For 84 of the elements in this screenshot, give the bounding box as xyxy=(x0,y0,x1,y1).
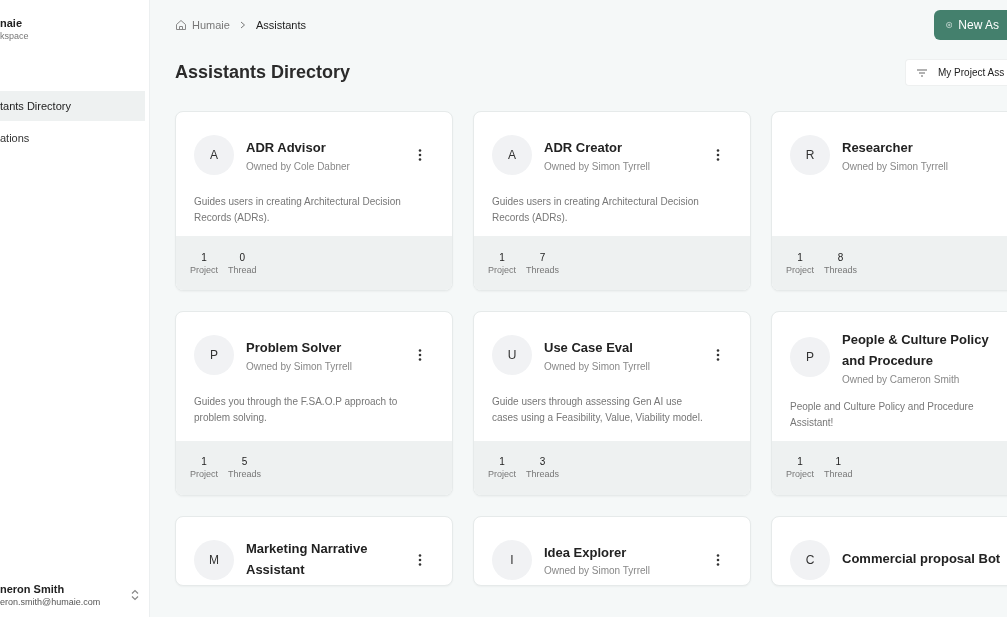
thread-count: 1 xyxy=(835,456,842,468)
sidebar-item[interactable]: ations xyxy=(0,123,145,153)
assistant-card[interactable]: C Commercial proposal Bot xyxy=(771,515,1007,586)
breadcrumb-link[interactable]: Assistants xyxy=(255,19,307,31)
assistant-description: People and Culture Policy and Procedure Assistant! xyxy=(790,399,975,430)
project-label: Project xyxy=(190,469,218,480)
page-title: Assistants Directory xyxy=(175,62,351,83)
assistant-name: Idea Explorer xyxy=(544,543,628,562)
assistant-avatar: A xyxy=(194,135,234,175)
thread-label: Threads xyxy=(228,469,262,480)
assistant-card[interactable]: I Idea Explorer Owned by Simon Tyrrell xyxy=(473,515,751,586)
assistant-avatar: U xyxy=(492,335,532,375)
assistant-name: Researcher xyxy=(842,139,914,158)
project-count: 1 xyxy=(499,251,505,263)
thread-label: Threads xyxy=(824,264,858,275)
project-label: Project xyxy=(786,469,814,480)
new-assistant-button[interactable]: New As xyxy=(934,10,1007,40)
assistant-avatar: P xyxy=(790,337,830,378)
thread-count: 5 xyxy=(241,456,248,468)
assistant-owner: Owned by Simon Tyrrell xyxy=(544,360,651,372)
thread-count: 0 xyxy=(239,251,246,263)
assistant-avatar: P xyxy=(194,335,234,375)
breadcrumb-link[interactable]: Humaie xyxy=(192,19,230,31)
assistant-name: Problem Solver xyxy=(246,339,343,358)
home-icon[interactable] xyxy=(175,19,187,31)
assistant-card[interactable]: R Researcher Owned by Simon Tyrrell 1 Project 8 Threads xyxy=(771,111,1007,291)
assistant-name: Marketing Narrative Assistant xyxy=(246,539,369,579)
assistant-description: Guides users in creating Architectural Decision Records (ADRs). xyxy=(194,195,402,225)
assistant-avatar: M xyxy=(194,539,234,580)
more-options-icon[interactable] xyxy=(418,348,422,362)
assistant-name: ADR Creator xyxy=(544,139,623,158)
workspace-name: naie xyxy=(0,17,23,29)
project-count: 1 xyxy=(201,251,207,263)
user-email: eron.smith@humaie.com xyxy=(0,597,101,607)
project-count: 1 xyxy=(499,456,505,468)
project-label: Project xyxy=(190,264,218,275)
thread-label: Thread xyxy=(228,264,257,275)
thread-count: 7 xyxy=(539,251,546,263)
thread-count: 3 xyxy=(539,456,546,468)
assistant-owner: Owned by Cole Dabner xyxy=(246,160,351,172)
user-name: neron Smith xyxy=(0,583,66,595)
project-label: Project xyxy=(488,469,516,480)
assistant-description: Guides users in creating Architectural Decision Records (ADRs). xyxy=(492,195,700,225)
assistant-card[interactable]: M Marketing Narrative Assistant xyxy=(175,515,453,586)
project-label: Project xyxy=(488,264,516,275)
assistant-name: People & Culture Policy and Procedure xyxy=(842,331,990,370)
workspace-subtitle: kspace xyxy=(0,31,30,41)
assistant-owner: Owned by Simon Tyrrell xyxy=(842,160,949,172)
thread-label: Threads xyxy=(526,469,560,480)
assistant-owner: Owned by Simon Tyrrell xyxy=(246,360,353,372)
assistant-owner: Owned by Simon Tyrrell xyxy=(544,160,651,172)
assistant-owner: Owned by Cameron Smith xyxy=(842,373,961,385)
assistant-avatar: A xyxy=(492,135,532,175)
assistant-description: Guides you through the F.SA.O.P approach to problem solving. xyxy=(194,395,399,425)
assistant-card[interactable]: A ADR Advisor Owned by Cole Dabner Guides users in creating Architectural Decision Records (ADRs). 1 Project 0 Thread xyxy=(175,111,453,291)
thread-count: 8 xyxy=(837,251,844,263)
more-options-icon[interactable] xyxy=(418,148,422,162)
assistant-name: ADR Advisor xyxy=(246,139,327,158)
filter-dropdown[interactable]: My Project Ass xyxy=(905,59,1007,86)
assistant-card[interactable]: P People & Culture Policy and Procedure Owned by Cameron Smith People and Culture Policy and Procedure Assistant! 1 Project 1 Thread xyxy=(771,311,1007,496)
assistant-description: Guide users through assessing Gen AI use cases using a Feasibility, Value, Viability model. xyxy=(492,395,704,425)
assistant-avatar: I xyxy=(492,539,532,580)
project-count: 1 xyxy=(797,456,803,468)
more-options-icon[interactable] xyxy=(716,552,720,567)
assistant-avatar: C xyxy=(790,539,830,580)
assistant-owner: Owned by Simon Tyrrell xyxy=(544,565,651,577)
assistant-name: Commercial proposal Bot xyxy=(842,550,1002,569)
assistant-name: Use Case Eval xyxy=(544,339,634,358)
thread-label: Threads xyxy=(526,264,560,275)
more-options-icon[interactable] xyxy=(716,148,720,162)
more-options-icon[interactable] xyxy=(418,552,422,567)
filter-icon xyxy=(916,67,928,78)
more-options-icon[interactable] xyxy=(716,348,720,362)
project-label: Project xyxy=(786,264,814,275)
sidebar-item[interactable]: tants Directory xyxy=(0,91,145,121)
assistant-card[interactable]: U Use Case Eval Owned by Simon Tyrrell Guide users through assessing Gen AI use cases using a Feasibility, Value, Viability model. 1 Project 3 Threads xyxy=(473,311,751,496)
project-count: 1 xyxy=(201,456,207,468)
assistant-card[interactable]: P Problem Solver Owned by Simon Tyrrell Guides you through the F.SA.O.P approach to problem solving. 1 Project 5 Threads xyxy=(175,311,453,496)
chevron-up-down-icon[interactable] xyxy=(131,589,139,601)
chevron-right-icon xyxy=(239,21,246,29)
assistant-avatar: R xyxy=(790,135,830,175)
thread-label: Thread xyxy=(824,469,853,480)
project-count: 1 xyxy=(797,251,803,263)
assistant-card[interactable]: A ADR Creator Owned by Simon Tyrrell Guides users in creating Architectural Decision Records (ADRs). 1 Project 7 Threads xyxy=(473,111,751,291)
